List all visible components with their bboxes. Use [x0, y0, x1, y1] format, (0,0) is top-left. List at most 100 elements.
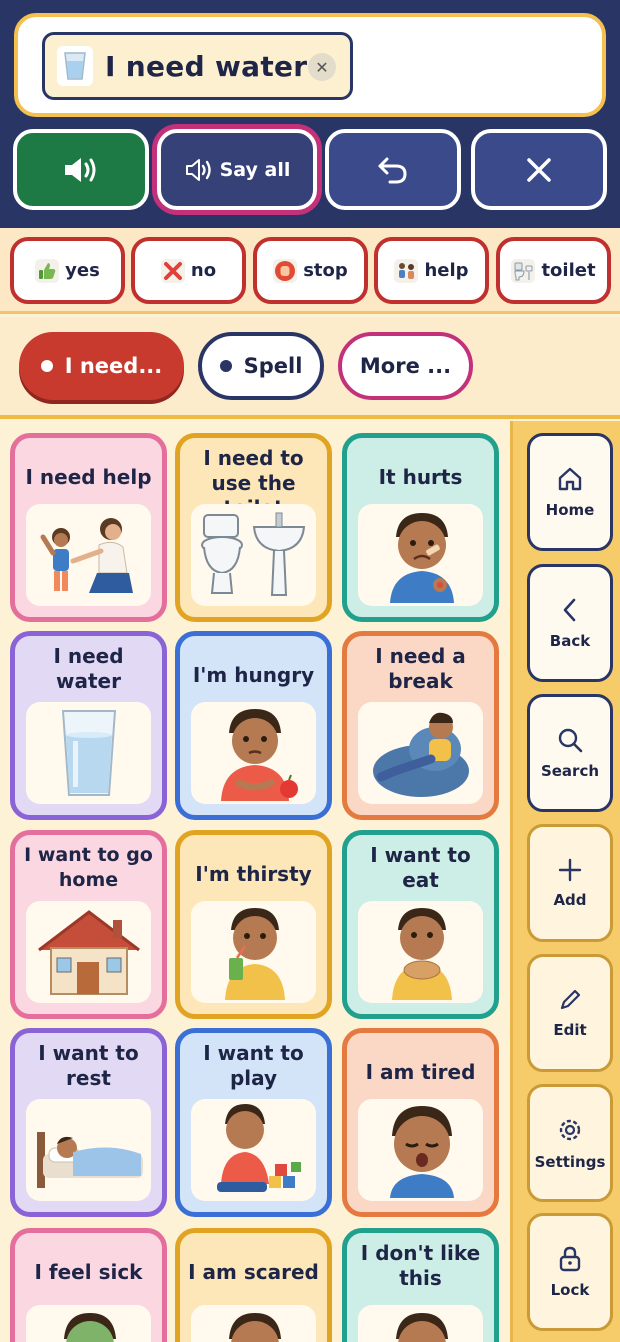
- quick-word-toilet[interactable]: toilet: [496, 237, 611, 304]
- add-label: Add: [553, 891, 587, 909]
- thirsty-child-icon: [191, 901, 316, 1003]
- tile-label: I need help: [25, 465, 152, 489]
- quick-word-no[interactable]: no: [131, 237, 246, 304]
- tile-i-need-to-use-the-toilet[interactable]: I need to use the toilet: [175, 433, 332, 622]
- search-button[interactable]: Search: [527, 694, 613, 812]
- settings-label: Settings: [534, 1153, 606, 1171]
- category-more[interactable]: More ...: [338, 332, 473, 400]
- tile-i-want-to-go-home[interactable]: I want to go home: [10, 830, 167, 1019]
- quick-word-label: stop: [303, 260, 348, 281]
- speaker-icon: [65, 157, 96, 182]
- tile-label: I don't like this: [360, 1241, 481, 1290]
- tile-i-am-tired[interactable]: I am tired: [342, 1028, 499, 1217]
- dot-icon: [219, 360, 232, 372]
- home-button[interactable]: Home: [527, 433, 613, 551]
- tile-i-need-a-break[interactable]: I need a break: [342, 631, 499, 820]
- stop-hand-icon: [273, 258, 298, 283]
- playing-blocks-icon: [191, 1099, 316, 1201]
- bed-sleeping-icon: [26, 1099, 151, 1201]
- say-all-button[interactable]: Say all: [157, 129, 317, 210]
- remove-word-button[interactable]: ✕: [308, 53, 336, 81]
- lock-icon: [559, 1246, 581, 1272]
- hurt-child-icon: [358, 504, 483, 606]
- tile-im-thirsty[interactable]: I'm thirsty: [175, 830, 332, 1019]
- tile-label: I need water: [53, 644, 124, 693]
- water-glass-icon: [57, 46, 93, 86]
- water-glass-icon: [26, 702, 151, 804]
- tired-child-icon: [358, 1099, 483, 1201]
- lock-button[interactable]: Lock: [527, 1213, 613, 1331]
- selected-dot-icon: [40, 360, 53, 372]
- clear-button[interactable]: [471, 129, 607, 210]
- tile-i-want-to-eat[interactable]: I want to eat: [342, 830, 499, 1019]
- tile-label: I want to go home: [24, 844, 153, 891]
- pencil-icon: [560, 989, 581, 1010]
- quick-word-label: toilet: [541, 260, 596, 281]
- tile-i-want-to-rest[interactable]: I want to rest: [10, 1028, 167, 1217]
- category-spell[interactable]: Spell: [198, 332, 324, 400]
- toilet-icon: [511, 258, 536, 283]
- tile-it-hurts[interactable]: It hurts: [342, 433, 499, 622]
- tile-label: I want to play: [203, 1041, 304, 1090]
- category-label: More ...: [359, 354, 452, 378]
- quick-word-yes[interactable]: yes: [10, 237, 125, 304]
- category-label: Spell: [243, 354, 303, 378]
- back-button[interactable]: Back: [527, 564, 613, 682]
- tile-i-am-scared[interactable]: I am scared: [175, 1228, 332, 1342]
- tile-i-dont-like-this[interactable]: I don't like this: [342, 1228, 499, 1342]
- edit-label: Edit: [553, 1021, 587, 1039]
- close-icon: ✕: [315, 57, 329, 77]
- undo-button[interactable]: [325, 129, 461, 210]
- lock-label: Lock: [550, 1281, 590, 1299]
- home-label: Home: [545, 501, 595, 519]
- upset-child-icon: [358, 1305, 483, 1342]
- helping-people-icon: [394, 258, 419, 283]
- scared-child-icon: [191, 1305, 316, 1342]
- quick-word-label: help: [424, 260, 469, 281]
- speaker-outline-icon: [185, 158, 211, 181]
- tile-label: I want to eat: [370, 843, 471, 892]
- quick-words-bar: yes no stop help toilet: [0, 228, 620, 314]
- tile-label: I am tired: [365, 1060, 476, 1084]
- hungry-child-icon: [191, 702, 316, 804]
- category-i-need[interactable]: I need...: [19, 332, 184, 400]
- settings-button[interactable]: Settings: [527, 1084, 613, 1202]
- search-icon: [558, 728, 583, 753]
- tile-label: It hurts: [378, 465, 463, 489]
- beanbag-rest-icon: [358, 702, 483, 804]
- add-button[interactable]: Add: [527, 824, 613, 942]
- thumbs-up-icon: [35, 258, 60, 283]
- home-icon: [558, 467, 582, 491]
- tile-i-need-help[interactable]: I need help: [10, 433, 167, 622]
- close-icon: [527, 157, 551, 182]
- plus-icon: [558, 858, 582, 882]
- message-text: I need water: [105, 49, 308, 83]
- message-bar[interactable]: I need water ✕: [14, 13, 606, 117]
- tile-label: I am scared: [188, 1260, 319, 1284]
- edit-button[interactable]: Edit: [527, 954, 613, 1072]
- tile-im-hungry[interactable]: I'm hungry: [175, 631, 332, 820]
- helping-child-icon: [26, 504, 151, 606]
- tile-i-need-water[interactable]: I need water: [10, 631, 167, 820]
- quick-word-label: no: [190, 260, 217, 281]
- tile-label: I'm hungry: [192, 663, 315, 687]
- tile-label: I'm thirsty: [195, 862, 312, 886]
- top-bar: I need water ✕ Say all: [0, 0, 620, 228]
- back-label: Back: [549, 632, 591, 650]
- tile-i-want-to-play[interactable]: I want to play: [175, 1028, 332, 1217]
- speak-button[interactable]: [13, 129, 149, 210]
- red-x-icon: [160, 258, 185, 283]
- quick-word-stop[interactable]: stop: [253, 237, 368, 304]
- quick-word-help[interactable]: help: [374, 237, 489, 304]
- tile-label: I need a break: [375, 644, 466, 693]
- house-icon: [26, 901, 151, 1003]
- eating-child-icon: [358, 901, 483, 1003]
- message-chip[interactable]: I need water ✕: [42, 32, 353, 100]
- undo-icon: [378, 157, 407, 183]
- toilet-sink-icon: [191, 504, 316, 606]
- say-all-label: Say all: [219, 158, 291, 181]
- tile-label: I feel sick: [34, 1260, 143, 1284]
- quick-word-label: yes: [65, 260, 100, 281]
- tile-i-feel-sick[interactable]: I feel sick: [10, 1228, 167, 1342]
- search-label: Search: [540, 762, 600, 780]
